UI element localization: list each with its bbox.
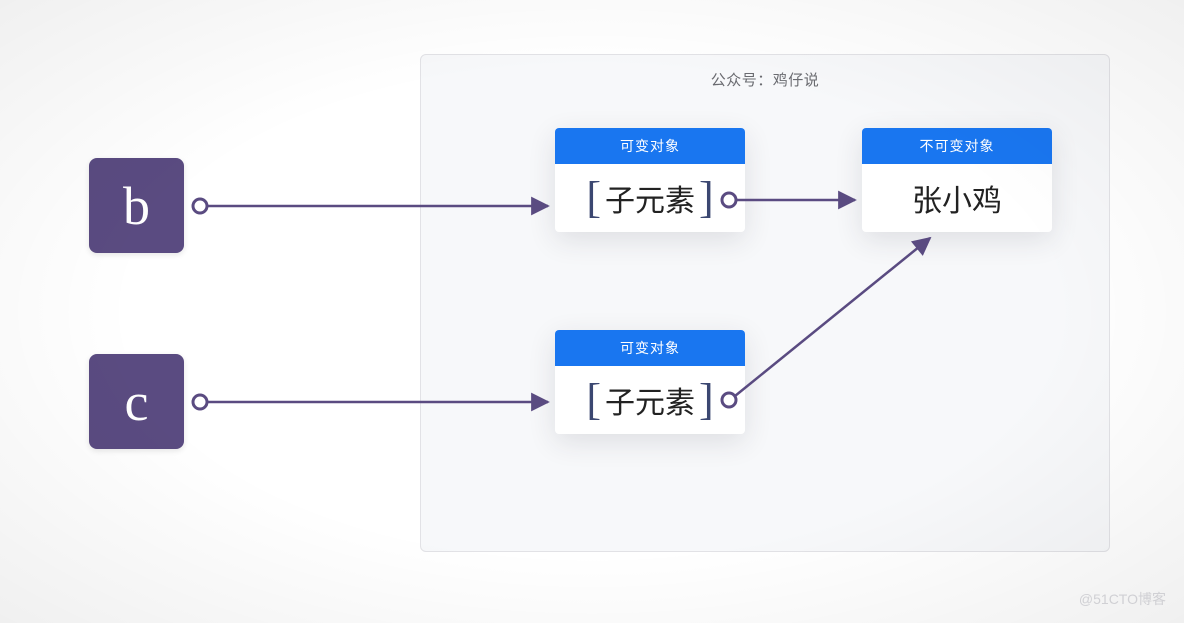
card-body: [ 子元素 ] [555,164,745,232]
card-body-text: 张小鸡 [912,176,1002,220]
panel-title: 公众号：鸡仔说 [421,69,1109,90]
card-header: 可变对象 [555,330,745,366]
mutable-object-card-2: 可变对象 [ 子元素 ] [555,330,745,434]
bracket-close-icon: ] [695,378,718,422]
card-header: 不可变对象 [862,128,1052,164]
card-header: 可变对象 [555,128,745,164]
bracket-close-icon: ] [695,176,718,220]
mutable-object-card-1: 可变对象 [ 子元素 ] [555,128,745,232]
immutable-object-card: 不可变对象 张小鸡 [862,128,1052,232]
bracket-open-icon: [ [582,378,605,422]
variable-c-box: c [89,354,184,449]
variable-c-label: c [125,371,149,433]
card-body-text: 子元素 [605,378,695,422]
card-body: [ 子元素 ] [555,366,745,434]
bracket-open-icon: [ [582,176,605,220]
variable-b-label: b [123,175,150,237]
watermark-text: @51CTO博客 [1079,589,1166,609]
variable-b-box: b [89,158,184,253]
card-body-text: 子元素 [605,176,695,220]
card-body: 张小鸡 [862,164,1052,232]
